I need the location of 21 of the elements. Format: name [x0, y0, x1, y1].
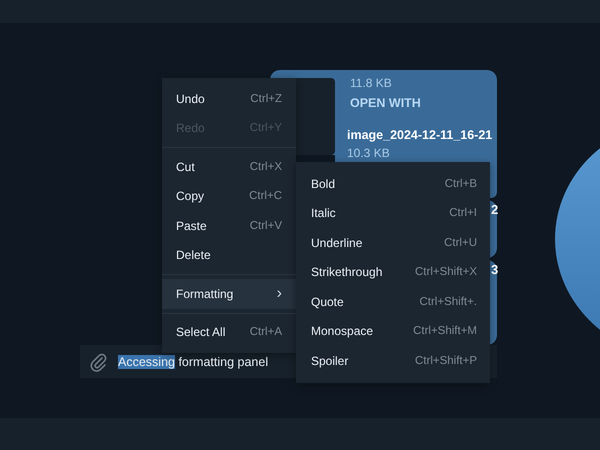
paperclip-icon[interactable]	[88, 352, 108, 372]
file-size: 10.3 KB	[347, 145, 391, 162]
menu-item[interactable]: Cut Ctrl+X	[162, 152, 296, 182]
menu-item[interactable]: Select All Ctrl+A	[162, 318, 296, 347]
menu-item[interactable]: Underline Ctrl+U	[296, 228, 490, 258]
message-text: Accessing formatting panel	[118, 354, 268, 368]
menu-item[interactable]: Formatting ›	[162, 279, 296, 308]
file-size: 11.8 KB	[350, 75, 393, 92]
menu-item[interactable]: Monospace Ctrl+Shift+M	[296, 316, 490, 346]
menu-item[interactable]: Italic Ctrl+I	[296, 198, 490, 228]
open-with-link[interactable]: OPEN WITH	[350, 92, 497, 114]
menu-item[interactable]: Quote Ctrl+Shift+.	[296, 287, 490, 316]
menu-item[interactable]: Spoiler Ctrl+Shift+P	[296, 346, 490, 376]
menu-item[interactable]: Strikethrough Ctrl+Shift+X	[296, 258, 490, 287]
file-name: image_2024-12-11_16-21	[347, 127, 494, 144]
menu-item[interactable]: Paste Ctrl+V	[162, 211, 296, 240]
menu-item[interactable]: Bold Ctrl+B	[296, 169, 490, 198]
menu-item[interactable]: Delete	[162, 240, 296, 270]
menu-item[interactable]: Copy Ctrl+C	[162, 182, 296, 211]
menu-item[interactable]: Undo Ctrl+Z	[162, 84, 296, 114]
file-name: 3	[491, 262, 498, 277]
